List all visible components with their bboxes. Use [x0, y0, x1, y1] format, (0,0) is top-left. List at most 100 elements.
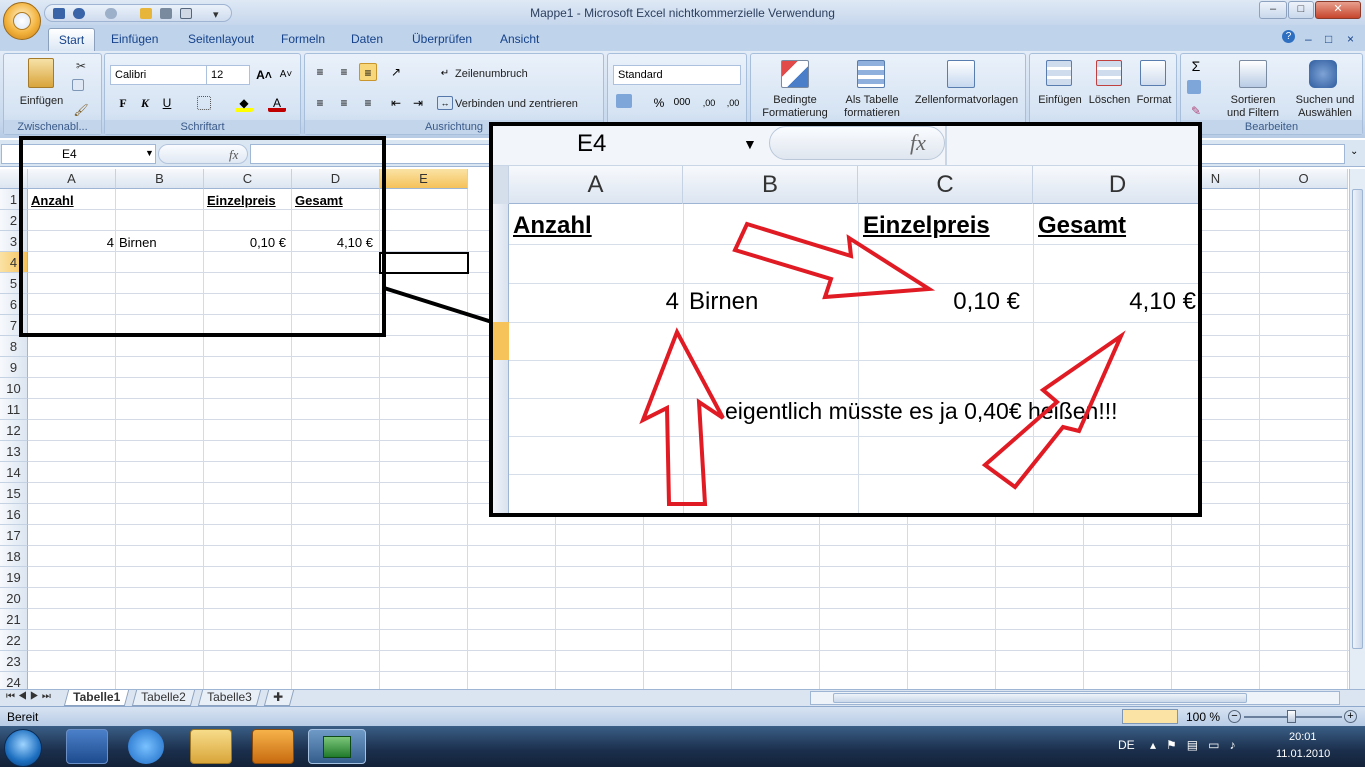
sheet-tab-tabelle1[interactable]: Tabelle1: [63, 690, 130, 706]
close-button[interactable]: ✕: [1315, 1, 1361, 19]
borders-icon[interactable]: [197, 96, 211, 110]
tab-ueberpruefen[interactable]: Überprüfen: [412, 32, 472, 46]
explorer-taskbar-icon[interactable]: [190, 729, 232, 764]
col-header-o[interactable]: O: [1260, 169, 1348, 189]
row-header[interactable]: 10: [0, 378, 28, 399]
row-header[interactable]: 14: [0, 462, 28, 483]
orientation-icon[interactable]: ↗: [387, 63, 405, 81]
thousands-button[interactable]: 000: [670, 94, 694, 112]
office-button[interactable]: [3, 2, 41, 40]
shrink-font-button[interactable]: A˅: [277, 66, 295, 84]
font-color-icon[interactable]: A: [268, 94, 286, 112]
insert-cells-button[interactable]: Einfügen: [1034, 94, 1086, 107]
insert-sheet-icon[interactable]: ✚: [263, 690, 295, 706]
sheet-tab-tabelle2[interactable]: Tabelle2: [131, 690, 195, 706]
format-as-table-button[interactable]: Als Tabelle formatieren: [836, 94, 908, 120]
row-header[interactable]: 9: [0, 357, 28, 378]
fill-color-icon[interactable]: ◆: [235, 94, 253, 112]
tray-icons[interactable]: ▴⚑▤▭♪: [1150, 738, 1245, 752]
align-center-icon[interactable]: ≡: [335, 94, 353, 112]
delete-cells-button[interactable]: Löschen: [1087, 94, 1132, 107]
conditional-formatting-button[interactable]: Bedingte Formatierung: [755, 94, 835, 120]
cell-styles-button[interactable]: Zellenformatvorlagen: [909, 94, 1024, 107]
font-size-select[interactable]: 12: [206, 65, 250, 85]
autosum-button[interactable]: Σ: [1187, 57, 1205, 75]
number-format-select[interactable]: Standard: [613, 65, 741, 85]
zoom-level[interactable]: 100 %: [1186, 710, 1220, 724]
fill-icon[interactable]: [1187, 80, 1201, 94]
row-header[interactable]: 23: [0, 651, 28, 672]
delete-cells-icon[interactable]: [1096, 60, 1122, 86]
minimize-button[interactable]: –: [1259, 1, 1287, 19]
excel-taskbar-icon[interactable]: [308, 729, 366, 764]
undo-icon[interactable]: [73, 8, 85, 19]
internet-explorer-taskbar-icon[interactable]: [128, 729, 164, 764]
row-header[interactable]: 15: [0, 483, 28, 504]
conditional-formatting-icon[interactable]: [781, 60, 809, 88]
format-as-table-icon[interactable]: [857, 60, 885, 88]
print-preview-icon[interactable]: [180, 8, 192, 19]
zoom-in-icon[interactable]: +: [1344, 710, 1357, 723]
underline-button[interactable]: U: [158, 94, 176, 112]
customize-qat-icon[interactable]: ▾: [213, 8, 221, 21]
view-buttons[interactable]: [1122, 709, 1178, 724]
decrease-decimal-button[interactable]: ,00: [722, 94, 744, 112]
zoom-slider-thumb[interactable]: [1287, 710, 1296, 723]
media-player-taskbar-icon[interactable]: [252, 729, 294, 764]
print-icon[interactable]: [160, 8, 172, 19]
paste-button[interactable]: Einfügen: [14, 95, 69, 108]
row-header[interactable]: 18: [0, 546, 28, 567]
decrease-indent-icon[interactable]: ⇤: [387, 94, 405, 112]
row-header[interactable]: 12: [0, 420, 28, 441]
tab-seitenlayout[interactable]: Seitenlayout: [188, 32, 254, 46]
tab-daten[interactable]: Daten: [351, 32, 383, 46]
copy-icon[interactable]: [72, 79, 84, 91]
format-cells-button[interactable]: Format: [1134, 94, 1174, 107]
clear-icon[interactable]: ✎: [1187, 102, 1205, 120]
wrap-text-button[interactable]: Zeilenumbruch: [455, 68, 528, 81]
row-header[interactable]: 19: [0, 567, 28, 588]
redo-icon[interactable]: [105, 8, 117, 19]
merge-icon[interactable]: ↔: [437, 96, 453, 110]
row-header[interactable]: 20: [0, 588, 28, 609]
merge-center-button[interactable]: Verbinden und zentrieren: [455, 98, 578, 111]
ribbon-close-button[interactable]: ×: [1347, 32, 1354, 46]
help-icon[interactable]: ?: [1282, 30, 1295, 43]
align-middle-icon[interactable]: ≡: [335, 63, 353, 81]
italic-button[interactable]: K: [136, 94, 154, 112]
format-painter-icon[interactable]: 🖌: [72, 101, 90, 119]
sort-filter-button[interactable]: Sortieren und Filtern: [1217, 94, 1289, 120]
sort-filter-icon[interactable]: [1239, 60, 1267, 88]
increase-indent-icon[interactable]: ⇥: [409, 94, 427, 112]
word-taskbar-icon[interactable]: [66, 729, 108, 764]
currency-icon[interactable]: [616, 94, 632, 108]
align-right-icon[interactable]: ≡: [359, 94, 377, 112]
row-header[interactable]: 24: [0, 672, 28, 689]
percent-button[interactable]: %: [650, 94, 668, 112]
paste-icon[interactable]: [28, 58, 54, 88]
clock-time[interactable]: 20:01: [1289, 731, 1317, 743]
maximize-button[interactable]: □: [1288, 1, 1314, 19]
tab-start[interactable]: Start: [48, 28, 95, 51]
cell-styles-icon[interactable]: [947, 60, 975, 88]
row-header[interactable]: 22: [0, 630, 28, 651]
align-top-icon[interactable]: ≡: [311, 63, 329, 81]
row-header[interactable]: 8: [0, 336, 28, 357]
increase-decimal-button[interactable]: ,00: [698, 94, 720, 112]
open-icon[interactable]: [140, 8, 152, 19]
bold-button[interactable]: F: [114, 94, 132, 112]
wrap-text-icon[interactable]: ↵: [437, 65, 453, 79]
windows-start-button[interactable]: [4, 729, 42, 767]
cut-icon[interactable]: ✂: [72, 57, 90, 75]
row-header[interactable]: 16: [0, 504, 28, 525]
format-cells-icon[interactable]: [1140, 60, 1166, 86]
find-select-button[interactable]: Suchen und Auswählen: [1289, 94, 1361, 120]
ribbon-restore-button[interactable]: □: [1325, 32, 1332, 46]
sheet-nav-arrows-icon[interactable]: ⏮◀▶⏭: [6, 691, 54, 702]
row-header[interactable]: 13: [0, 441, 28, 462]
vertical-scroll-thumb[interactable]: [1352, 189, 1363, 649]
row-header[interactable]: 17: [0, 525, 28, 546]
row-header[interactable]: 11: [0, 399, 28, 420]
vertical-scrollbar[interactable]: [1349, 169, 1365, 689]
save-icon[interactable]: [53, 8, 65, 19]
